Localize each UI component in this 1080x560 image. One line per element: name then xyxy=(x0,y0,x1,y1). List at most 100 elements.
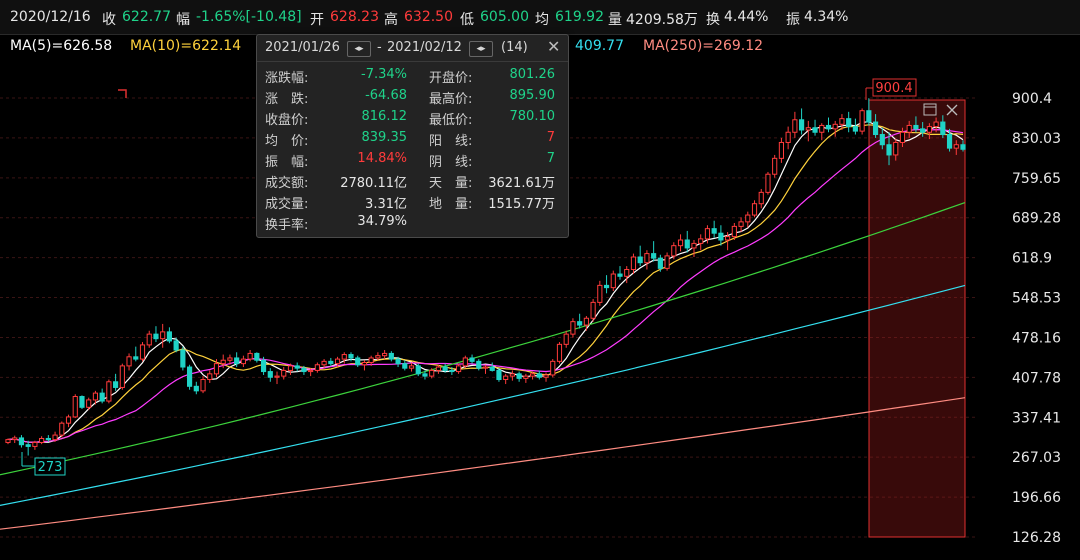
candle xyxy=(570,318,576,338)
candle xyxy=(119,363,125,390)
candle xyxy=(677,234,684,252)
stat-label: 最高价: xyxy=(429,92,473,107)
candle-body xyxy=(160,331,166,340)
candle-body xyxy=(751,203,758,216)
candle-body xyxy=(872,121,879,136)
candle-body xyxy=(442,366,448,371)
stat-label: 涨跌幅: xyxy=(265,71,309,86)
range-separator: - xyxy=(377,40,382,55)
candle-body xyxy=(832,123,838,130)
stat-label: 地 量: xyxy=(429,197,473,212)
candle xyxy=(496,368,502,382)
turnover-value: 4.44% xyxy=(724,9,769,25)
candle-body xyxy=(301,367,307,373)
candle-body xyxy=(529,373,536,377)
candle-body xyxy=(382,352,388,357)
stat-label: 成交量: xyxy=(265,197,309,212)
range-start-stepper-icon[interactable]: ◂▸ xyxy=(347,41,371,57)
range-start: 2021/01/26 xyxy=(265,40,340,55)
y-tick-label: 830.03 xyxy=(1012,131,1061,147)
candle-body xyxy=(799,119,805,131)
candle-body xyxy=(610,273,616,289)
candle-body xyxy=(39,437,45,443)
candle-body xyxy=(5,439,11,443)
candle-body xyxy=(819,124,825,133)
range-end-stepper-icon[interactable]: ◂▸ xyxy=(469,41,493,57)
stat-label: 均 价: xyxy=(265,134,309,149)
turnover-label: 换 xyxy=(706,12,720,28)
candle xyxy=(832,120,838,137)
candle xyxy=(32,440,38,450)
candle-body xyxy=(72,396,78,418)
candle-body xyxy=(469,357,475,362)
candle-body xyxy=(476,360,482,369)
tooltip-header: 2021/01/26 ◂▸ - 2021/02/12 ◂▸ (14) ✕ xyxy=(257,35,568,62)
candle xyxy=(146,330,152,348)
stat-value: 2780.11亿 xyxy=(340,176,407,191)
candle-body xyxy=(933,121,939,128)
candle-body xyxy=(12,437,18,441)
candle xyxy=(294,362,300,372)
close-label: 收 xyxy=(102,12,116,28)
candle-body xyxy=(435,366,442,371)
candle xyxy=(469,354,475,364)
candle-body xyxy=(334,358,341,365)
stat-value: 780.10 xyxy=(509,109,556,124)
candle-body xyxy=(886,144,892,156)
candle xyxy=(166,327,172,344)
candle xyxy=(482,364,489,374)
candle-body xyxy=(65,416,72,424)
candle-body xyxy=(32,441,38,447)
range-selection[interactable] xyxy=(868,99,966,538)
candle xyxy=(503,373,509,385)
low-value: 605.00 xyxy=(480,9,529,25)
candle xyxy=(509,370,515,381)
candle xyxy=(556,342,563,364)
candle xyxy=(267,368,273,382)
candle-body xyxy=(523,375,529,379)
open-value: 628.23 xyxy=(330,9,379,25)
y-tick-label: 407.78 xyxy=(1012,370,1061,386)
candle-body xyxy=(516,373,522,379)
candle-body xyxy=(321,360,327,366)
candle-body xyxy=(664,255,670,269)
stat-label: 最低价: xyxy=(429,113,473,128)
candle xyxy=(200,376,206,394)
ma10-legend: MA(10)=622.14 xyxy=(130,38,242,54)
candle-body xyxy=(691,242,697,249)
candle xyxy=(39,436,45,445)
candle xyxy=(812,119,818,136)
candle-body xyxy=(126,356,132,367)
candle xyxy=(193,381,199,395)
candle xyxy=(684,230,690,253)
close-icon[interactable]: ✕ xyxy=(547,37,560,56)
high-marker: 900.4 xyxy=(875,81,912,96)
candle-body xyxy=(240,358,246,365)
candle-body xyxy=(220,359,226,365)
candle xyxy=(153,326,159,343)
candle xyxy=(59,421,65,438)
candle-body xyxy=(825,124,832,130)
candle xyxy=(846,111,852,133)
candle-body xyxy=(745,214,751,223)
candle-body xyxy=(624,268,630,277)
candle-body xyxy=(260,359,267,373)
candle-body xyxy=(227,357,233,361)
candle xyxy=(355,355,361,368)
candle-body xyxy=(489,366,495,371)
candle-body xyxy=(920,128,926,133)
candle xyxy=(597,280,603,306)
candle-body xyxy=(711,228,717,234)
selection-box[interactable] xyxy=(868,99,966,538)
candle-body xyxy=(503,375,509,381)
candle-body xyxy=(456,365,462,373)
candle-body xyxy=(193,385,199,392)
candle xyxy=(664,252,670,271)
candle xyxy=(630,253,637,275)
candle-body xyxy=(644,253,650,264)
stat-label: 振 幅: xyxy=(265,155,309,170)
candle-body xyxy=(274,375,280,378)
range-stats-tooltip[interactable]: 2021/01/26 ◂▸ - 2021/02/12 ◂▸ (14) ✕ 涨跌幅… xyxy=(256,34,569,238)
candle xyxy=(456,363,462,374)
candle-body xyxy=(92,392,99,401)
